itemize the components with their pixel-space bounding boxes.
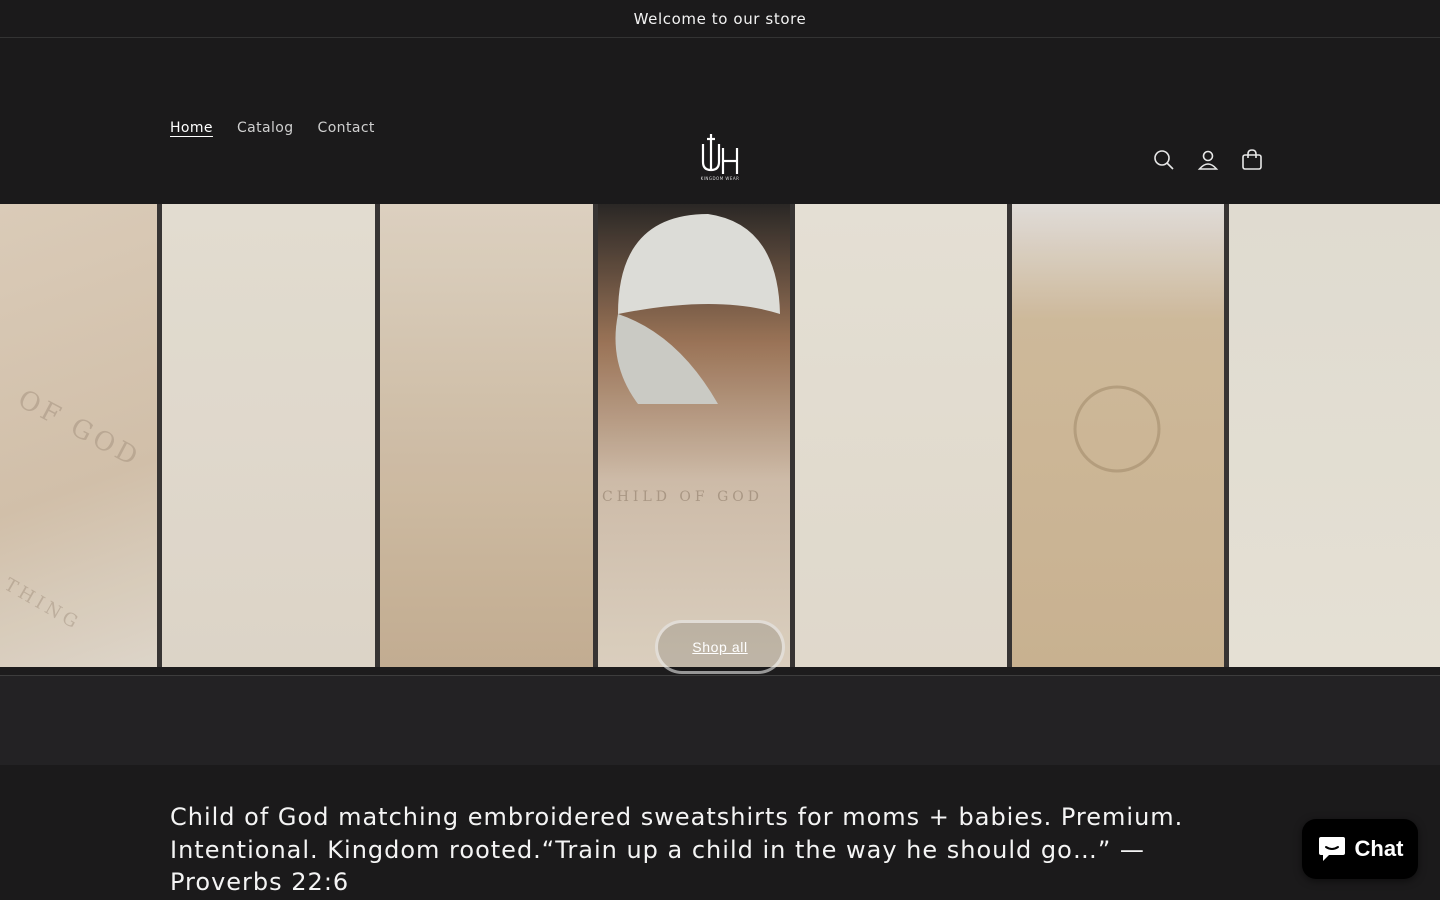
chat-label: Chat (1354, 836, 1404, 861)
chat-button[interactable]: Chat (1302, 819, 1418, 879)
announcement-text: Welcome to our store (633, 9, 807, 28)
account-icon[interactable] (1186, 138, 1230, 182)
intro-section: Child of God matching embroidered sweats… (0, 765, 1440, 900)
search-icon[interactable] (1142, 138, 1186, 182)
intro-text: Child of God matching embroidered sweats… (170, 803, 1184, 896)
logo-mark-icon (701, 134, 739, 174)
nav-contact[interactable]: Contact (306, 108, 387, 148)
header-icons (1142, 138, 1274, 182)
brand-logo[interactable]: KINGDOM WEAR (690, 130, 750, 190)
shop-all-button[interactable]: Shop all (655, 620, 785, 674)
chat-bubble-icon (1318, 837, 1345, 861)
spacer-band (0, 676, 1440, 765)
site-header: Home Catalog Contact KINGDOM WEAR (0, 38, 1440, 204)
main-nav: Home Catalog Contact (158, 108, 387, 148)
nav-home[interactable]: Home (158, 108, 225, 148)
logo-text: KINGDOM WEAR (700, 176, 740, 181)
hero-collage: OF GOD THING CHILD OF GOD (0, 204, 1440, 667)
nav-catalog[interactable]: Catalog (225, 108, 306, 148)
hero-overlay (0, 204, 1440, 667)
cart-icon[interactable] (1230, 138, 1274, 182)
announcement-bar: Welcome to our store (0, 0, 1440, 38)
